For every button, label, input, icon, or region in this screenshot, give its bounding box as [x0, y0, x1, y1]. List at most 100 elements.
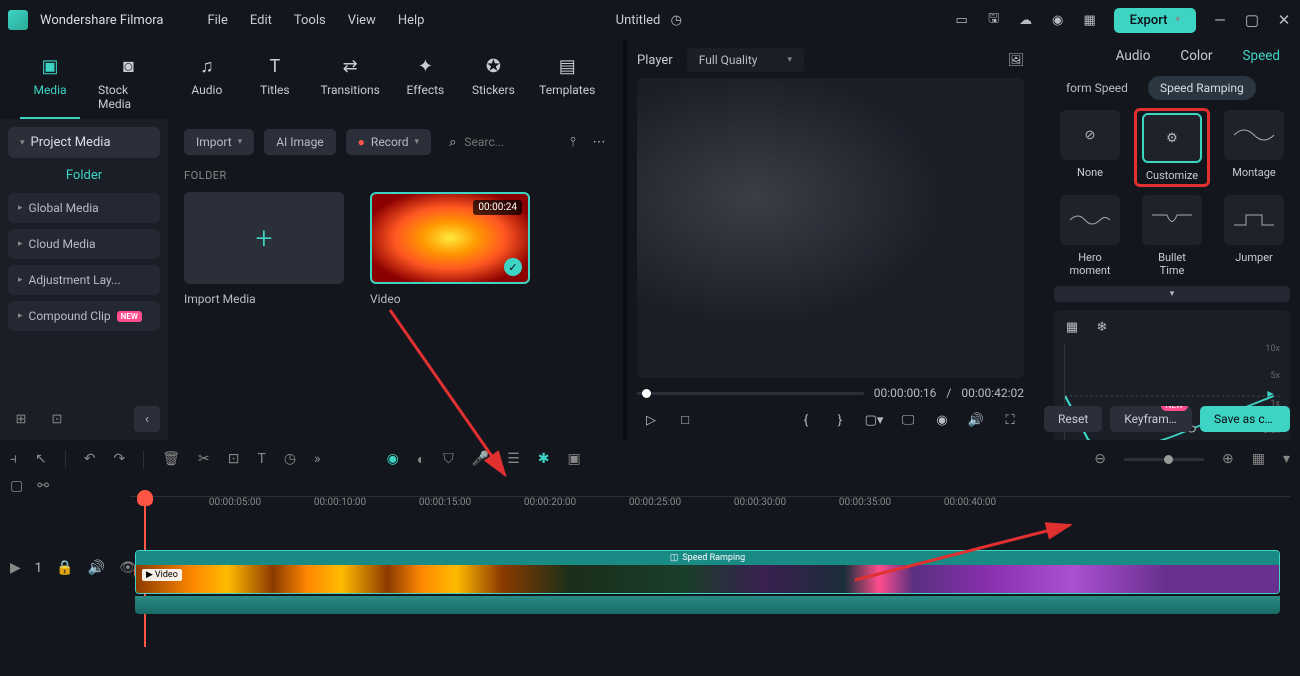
reset-button[interactable]: Reset [1044, 406, 1102, 432]
keyframe-tl-icon[interactable]: ▣ [568, 451, 581, 467]
timeline-ruler[interactable]: ✂ 00:00:05:0000:00:10:0000:00:15:0000:00… [130, 496, 1290, 524]
zoom-slider[interactable] [1124, 458, 1204, 461]
cloud-icon[interactable]: ☁ [1018, 12, 1034, 28]
close-button[interactable]: ✕ [1276, 12, 1292, 28]
video-media-card[interactable]: 00:00:24 ✓ Video [370, 192, 530, 306]
preset-jumper[interactable]: Jumper [1218, 195, 1290, 277]
collapse-sidebar-button[interactable]: ‹ [134, 406, 160, 432]
preview-screen[interactable] [637, 78, 1024, 378]
more-icon[interactable]: ⋯ [591, 134, 607, 150]
preset-none[interactable]: ⊘None [1054, 110, 1126, 185]
zoom-in-icon[interactable]: ⊕ [1222, 451, 1234, 467]
keyframe-button[interactable]: Keyframe P...NEW [1110, 406, 1192, 432]
speed-ramping-tab[interactable]: Speed Ramping [1148, 76, 1256, 100]
tab-media[interactable]: ▣Media [20, 48, 80, 119]
grid-toggle-icon[interactable]: ▦ [1064, 320, 1080, 336]
tab-color-props[interactable]: Color [1180, 48, 1212, 64]
speed-icon[interactable]: ◷ [284, 451, 296, 467]
preview-scrubber[interactable] [637, 392, 864, 395]
track-manage-icon[interactable]: ▢ [10, 478, 23, 494]
search-input[interactable] [464, 135, 544, 149]
volume-icon[interactable]: 🔊 [968, 412, 984, 428]
undo-icon[interactable]: ↶ [84, 451, 96, 467]
display-icon[interactable]: 🖵 [900, 412, 916, 428]
video-track-icon[interactable]: ▶ [10, 560, 21, 576]
tab-speed-props[interactable]: Speed [1242, 48, 1280, 64]
tab-effects[interactable]: ✦Effects [395, 48, 455, 119]
sync-icon[interactable]: ◷ [668, 12, 684, 28]
audio-waveform[interactable] [135, 596, 1280, 614]
tab-templates[interactable]: ▤Templates [531, 48, 603, 119]
preset-customize[interactable]: ⚙Customize [1136, 110, 1208, 185]
mute-icon[interactable]: 🔊 [88, 560, 105, 576]
tab-titles[interactable]: TTitles [245, 48, 305, 119]
mark-in-icon[interactable]: { [798, 412, 814, 428]
quality-dropdown[interactable]: Full Quality▾ [687, 48, 804, 72]
new-bin-icon[interactable]: ⊡ [44, 406, 70, 432]
ai-image-button[interactable]: AI Image [264, 129, 335, 155]
uniform-speed-tab[interactable]: form Speed [1054, 76, 1140, 100]
maximize-button[interactable]: ▢ [1244, 12, 1260, 28]
ratio-icon[interactable]: ▢▾ [866, 412, 882, 428]
view-mode-icon[interactable]: ▦ [1252, 451, 1265, 467]
ai-icon[interactable]: ◉ [387, 451, 399, 467]
filter-icon[interactable]: ⫯ [565, 134, 581, 150]
support-icon[interactable]: ◉ [1050, 12, 1066, 28]
play-icon[interactable]: ▷ [643, 412, 659, 428]
preset-bullet-time[interactable]: Bullet Time [1136, 195, 1208, 277]
fullscreen-icon[interactable]: ⛶ [1002, 412, 1018, 428]
apps-icon[interactable]: ▦ [1082, 12, 1098, 28]
crop-icon[interactable]: ⊡ [228, 451, 240, 467]
menu-help[interactable]: Help [390, 9, 433, 32]
zoom-out-icon[interactable]: ⊖ [1094, 451, 1106, 467]
menu-file[interactable]: File [199, 9, 235, 32]
preset-hero-moment[interactable]: Hero moment [1054, 195, 1126, 277]
export-button[interactable]: Export▾ [1114, 8, 1196, 33]
save-as-custom-button[interactable]: Save as cus... [1200, 406, 1290, 432]
selection-tool-icon[interactable]: ↖ [35, 451, 47, 467]
project-media-button[interactable]: ▾Project Media [8, 127, 160, 158]
tab-stickers[interactable]: ✪Stickers [463, 48, 523, 119]
more-tools-icon[interactable]: » [314, 451, 321, 467]
import-button[interactable]: Import▾ [184, 129, 254, 155]
video-clip[interactable]: ◫Speed Ramping ▶ Video [135, 550, 1280, 594]
tab-audio-props[interactable]: Audio [1116, 48, 1151, 64]
sidebar-item-adjustment-layer[interactable]: ▸Adjustment Lay... [8, 265, 160, 295]
tab-audio[interactable]: ♫Audio [177, 48, 237, 119]
text-tool-icon[interactable]: T [257, 451, 265, 467]
search-field[interactable]: ⌕ [441, 135, 555, 150]
stop-icon[interactable]: □ [677, 412, 693, 428]
lock-icon[interactable]: 🔒 [56, 560, 73, 576]
freeze-icon[interactable]: ❄ [1094, 320, 1110, 336]
new-folder-icon[interactable]: ⊞ [8, 406, 34, 432]
shield-icon[interactable]: ⛉ [443, 451, 454, 467]
snapshot-icon[interactable]: 🖼 [1008, 52, 1024, 68]
camera-snap-icon[interactable]: ◉ [934, 412, 950, 428]
split-icon[interactable]: ✂ [198, 451, 210, 467]
timeline-settings-icon[interactable]: ▾ [1283, 451, 1290, 467]
redo-icon[interactable]: ↷ [113, 451, 125, 467]
mark-out-icon[interactable]: } [832, 412, 848, 428]
menu-tools[interactable]: Tools [286, 9, 334, 32]
preset-montage[interactable]: Montage [1218, 110, 1290, 185]
minimize-button[interactable]: — [1212, 12, 1228, 28]
device-icon[interactable]: ▭ [954, 12, 970, 28]
save-icon[interactable]: 🖫 [986, 12, 1002, 28]
marker-icon[interactable]: ✱ [538, 451, 550, 467]
sidebar-item-cloud-media[interactable]: ▸Cloud Media [8, 229, 160, 259]
sidebar-item-compound-clip[interactable]: ▸Compound ClipNEW [8, 301, 160, 331]
menu-edit[interactable]: Edit [242, 9, 280, 32]
tab-stock-media[interactable]: ◙Stock Media [88, 48, 169, 119]
expand-presets-button[interactable]: ▾ [1054, 286, 1290, 302]
mic-icon[interactable]: 🎤 [472, 451, 489, 467]
import-media-card[interactable]: + Import Media [184, 192, 344, 306]
delete-icon[interactable]: 🗑 [162, 451, 180, 467]
color-wheel-icon[interactable]: ◐ [417, 451, 425, 468]
menu-view[interactable]: View [340, 9, 384, 32]
tab-transitions[interactable]: ⇄Transitions [313, 48, 388, 119]
timeline-options-icon[interactable]: ⫞ [10, 451, 17, 467]
sidebar-item-global-media[interactable]: ▸Global Media [8, 193, 160, 223]
list-icon[interactable]: ☰ [507, 451, 520, 467]
record-button[interactable]: ●Record▾ [346, 129, 431, 155]
link-icon[interactable]: ⚯ [37, 478, 49, 494]
